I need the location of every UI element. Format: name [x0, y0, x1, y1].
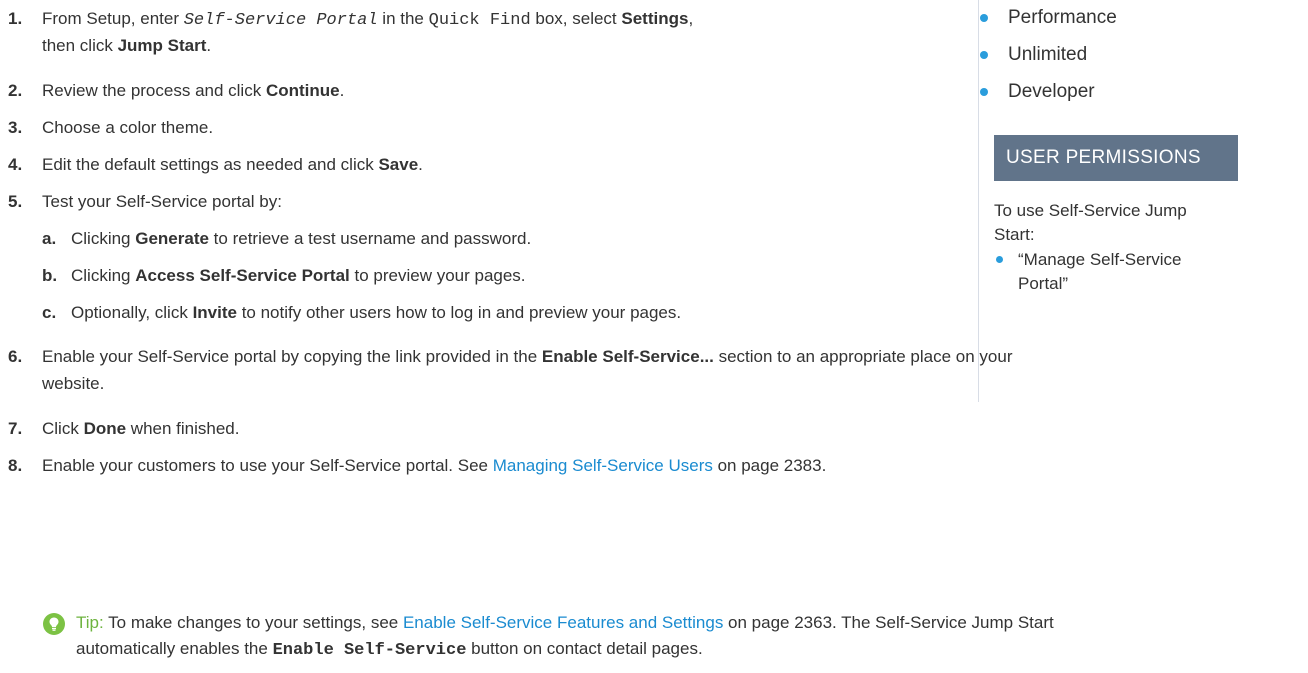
step-5a: a. Clicking Generate to retrieve a test u… — [42, 227, 531, 250]
step-text: . — [418, 155, 423, 174]
edition-item: Developer — [980, 80, 1095, 104]
tip-text: To make changes to your settings, see — [103, 613, 403, 632]
step-text: From Setup, enter — [42, 9, 184, 28]
user-permissions-heading: USER PERMISSIONS — [994, 135, 1238, 181]
permissions-text: To use Self-Service Jump — [994, 201, 1187, 220]
step-1-line-2: then click Jump Start. — [42, 34, 211, 57]
edition-label: Unlimited — [1008, 44, 1088, 65]
bold-term: Access Self-Service Portal — [135, 266, 350, 285]
step-text: Enable your customers to use your Self-S… — [42, 456, 493, 475]
bold-term: Save — [378, 155, 419, 174]
bold-term: Enable Self-Service — [272, 641, 467, 660]
step-text: . — [206, 36, 212, 55]
step-text: when finished. — [126, 419, 240, 438]
tip-text: automatically enables the — [76, 639, 273, 658]
step-text: Choose a color theme. — [42, 118, 214, 137]
step-number: 5. — [8, 192, 23, 211]
step-text: then click — [42, 36, 118, 55]
step-text: in the — [377, 9, 429, 28]
step-6-line-2: website. — [42, 374, 105, 393]
step-text: Optionally, click — [71, 303, 193, 322]
step-text: Review the process and click — [42, 81, 266, 100]
step-text: Enable your Self-Service portal by copyi… — [42, 347, 542, 366]
step-5: 5. Test your Self-Service portal by: — [8, 190, 282, 213]
step-text: Clicking — [71, 266, 136, 285]
tip-label: Tip: — [76, 613, 104, 632]
step-number: c. — [42, 303, 57, 322]
enable-features-link[interactable]: Enable Self-Service Features and Setting… — [403, 613, 723, 632]
step-number: 6. — [8, 347, 23, 366]
permission-label: “Manage Self-Service — [1018, 250, 1182, 269]
step-number: 2. — [8, 81, 23, 100]
lightbulb-glyph — [49, 617, 59, 631]
step-text: , — [688, 9, 694, 28]
step-text: Clicking — [71, 229, 136, 248]
lightbulb-icon — [43, 613, 65, 635]
step-number: 3. — [8, 118, 23, 137]
step-text: Click — [42, 419, 84, 438]
bold-term: Done — [83, 419, 127, 438]
managing-users-link[interactable]: Managing Self-Service Users — [493, 456, 713, 475]
step-2: 2. Review the process and click Continue. — [8, 79, 344, 102]
step-text: Edit the default settings as needed and … — [42, 155, 379, 174]
step-number: 7. — [8, 419, 23, 438]
step-number: a. — [42, 229, 57, 248]
bullet-icon — [980, 14, 988, 22]
step-1: 1. From Setup, enter Self-Service Portal … — [8, 7, 693, 32]
bold-term: Settings — [621, 9, 689, 28]
bold-term: Generate — [135, 229, 209, 248]
step-3: 3. Choose a color theme. — [8, 116, 213, 139]
step-5b: b. Clicking Access Self-Service Portal to… — [42, 264, 526, 287]
code-text: Quick Find — [428, 11, 531, 30]
permissions-text: Start: — [994, 225, 1035, 244]
step-number: 4. — [8, 155, 23, 174]
step-text: to notify other users how to log in and … — [236, 303, 682, 322]
bullet-icon — [996, 256, 1003, 263]
step-6: 6. Enable your Self-Service portal by cop… — [8, 345, 1013, 368]
step-text: on page 2383. — [712, 456, 827, 475]
tip-text: button on contact detail pages. — [466, 639, 703, 658]
edition-item: Unlimited — [980, 43, 1088, 67]
step-number: 8. — [8, 456, 23, 475]
tip-line-1: Tip: To make changes to your settings, s… — [76, 611, 1054, 634]
permission-item: “Manage Self-Service — [996, 248, 1182, 271]
step-8: 8. Enable your customers to use your Self… — [8, 454, 826, 477]
edition-item: Performance — [980, 6, 1117, 30]
step-text: . — [339, 81, 345, 100]
step-5c: c. Optionally, click Invite to notify oth… — [42, 301, 681, 324]
step-7: 7. Click Done when finished. — [8, 417, 239, 440]
step-number: b. — [42, 266, 58, 285]
step-text: section to an appropriate place on your — [713, 347, 1013, 366]
code-text: Self-Service Portal — [183, 11, 378, 30]
sidebar-divider — [978, 0, 979, 402]
bold-term: Continue — [265, 81, 340, 100]
bold-term: Jump Start — [117, 36, 207, 55]
step-4: 4. Edit the default settings as needed an… — [8, 153, 423, 176]
bold-term: Enable Self-Service... — [541, 347, 714, 366]
step-text: to preview your pages. — [349, 266, 526, 285]
step-text: box, select — [530, 9, 622, 28]
step-text: Test your Self-Service portal by: — [42, 192, 282, 211]
edition-label: Performance — [1008, 7, 1117, 28]
step-text: to retrieve a test username and password… — [208, 229, 532, 248]
tip-line-2: automatically enables the Enable Self-Se… — [76, 637, 703, 662]
bullet-icon — [980, 88, 988, 96]
step-number: 1. — [8, 9, 23, 28]
bold-term: Invite — [192, 303, 237, 322]
edition-label: Developer — [1008, 81, 1095, 102]
permission-item-cont: Portal” — [1018, 274, 1069, 293]
bullet-icon — [980, 51, 988, 59]
tip-text: on page 2363. The Self-Service Jump Star… — [723, 613, 1054, 632]
